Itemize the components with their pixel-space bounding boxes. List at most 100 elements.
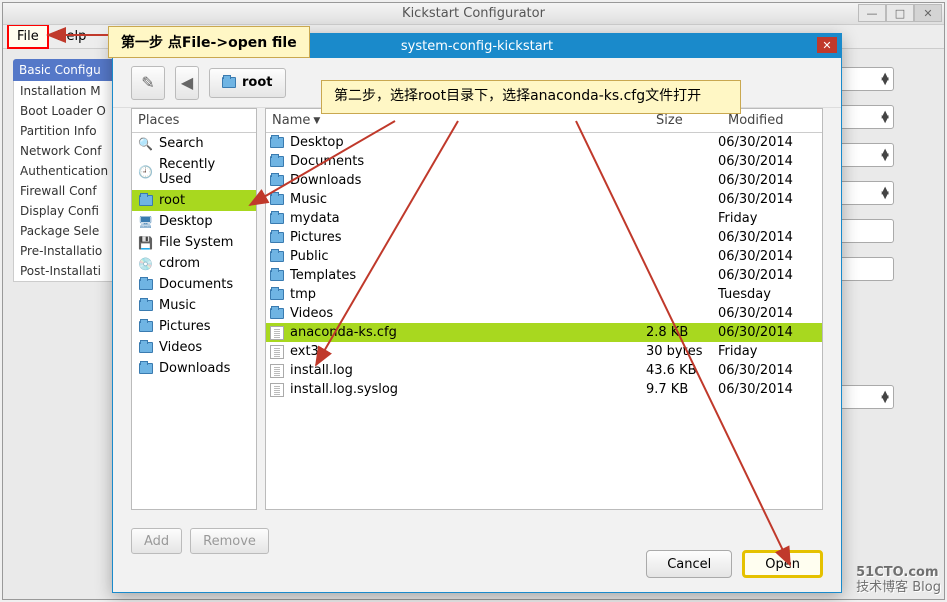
file-modified: 06/30/2014 bbox=[718, 135, 818, 150]
file-row[interactable]: Music06/30/2014 bbox=[266, 190, 822, 209]
place-item[interactable]: Videos bbox=[132, 337, 256, 358]
callout-step2: 第二步，选择root目录下，选择anaconda-ks.cfg文件打开 bbox=[321, 80, 741, 114]
file-size: 2.8 KB bbox=[646, 325, 718, 340]
close-button[interactable]: ✕ bbox=[914, 4, 942, 22]
open-button[interactable]: Open bbox=[742, 550, 823, 578]
file-icon bbox=[270, 364, 284, 378]
place-label: Documents bbox=[159, 277, 233, 292]
sidebar-item[interactable]: Authentication bbox=[13, 161, 128, 181]
file-name: mydata bbox=[290, 211, 340, 226]
folder-icon bbox=[270, 270, 284, 281]
minimize-button[interactable]: — bbox=[858, 4, 886, 22]
file-chooser: Places 🔍 Search 🕘Recently Usedroot 🖥 Desktop… bbox=[113, 108, 841, 520]
file-modified: 06/30/2014 bbox=[718, 363, 818, 378]
places-add-button[interactable]: Add bbox=[131, 528, 182, 554]
file-modified: 06/30/2014 bbox=[718, 325, 818, 340]
edit-location-button[interactable]: ✎ bbox=[131, 66, 165, 100]
place-label: cdrom bbox=[159, 256, 200, 271]
sidebar-item[interactable]: Firewall Conf bbox=[13, 181, 128, 201]
place-item[interactable]: Downloads bbox=[132, 358, 256, 379]
file-open-dialog: system-config-kickstart ✕ ✎ ◀ root Place… bbox=[112, 33, 842, 593]
file-row[interactable]: tmpTuesday bbox=[266, 285, 822, 304]
watermark: 51CTO.com技术博客 Blog bbox=[856, 557, 941, 594]
file-name: Downloads bbox=[290, 173, 361, 188]
file-row[interactable]: Pictures06/30/2014 bbox=[266, 228, 822, 247]
file-name: Desktop bbox=[290, 135, 344, 150]
dialog-close-button[interactable]: ✕ bbox=[817, 37, 837, 53]
main-sidebar: Basic Configu Installation MBoot Loader … bbox=[13, 59, 128, 409]
place-icon bbox=[138, 299, 153, 312]
place-item[interactable]: Pictures bbox=[132, 316, 256, 337]
maximize-button[interactable]: □ bbox=[886, 4, 914, 22]
file-row[interactable]: Documents06/30/2014 bbox=[266, 152, 822, 171]
places-header: Places bbox=[132, 109, 256, 133]
folder-icon bbox=[270, 194, 284, 205]
folder-icon bbox=[270, 289, 284, 300]
file-row[interactable]: Downloads 06/30/2014 bbox=[266, 171, 822, 190]
file-modified: 06/30/2014 bbox=[718, 249, 818, 264]
file-list-panel: Name ▼ Size Modified Desktop06/30/2014Do… bbox=[265, 108, 823, 510]
file-size: 9.7 KB bbox=[646, 382, 718, 397]
sidebar-item[interactable]: Partition Info bbox=[13, 121, 128, 141]
sidebar-title[interactable]: Basic Configu bbox=[13, 59, 128, 81]
menu-file[interactable]: File bbox=[7, 24, 49, 49]
file-row[interactable]: Templates06/30/2014 bbox=[266, 266, 822, 285]
folder-icon bbox=[270, 251, 284, 262]
menu-help[interactable]: Help bbox=[49, 26, 95, 47]
file-row[interactable]: install.log.syslog9.7 KB06/30/2014 bbox=[266, 380, 822, 399]
file-row[interactable]: install.log43.6 KB06/30/2014 bbox=[266, 361, 822, 380]
dialog-title: system-config-kickstart bbox=[401, 39, 553, 54]
folder-icon bbox=[222, 77, 236, 88]
file-modified: Tuesday bbox=[718, 287, 818, 302]
file-modified: 06/30/2014 bbox=[718, 154, 818, 169]
file-row[interactable]: anaconda-ks.cfg 2.8 KB06/30/2014 bbox=[266, 323, 822, 342]
place-label: Desktop bbox=[159, 214, 213, 229]
path-root-button[interactable]: root bbox=[209, 68, 286, 98]
file-row[interactable]: Videos06/30/2014 bbox=[266, 304, 822, 323]
callout-step1: 第一步 点File->open file bbox=[108, 26, 310, 58]
file-row[interactable]: ext3 30 bytesFriday bbox=[266, 342, 822, 361]
place-icon bbox=[138, 320, 153, 333]
sidebar-item[interactable]: Network Conf bbox=[13, 141, 128, 161]
place-item[interactable]: 💿 cdrom bbox=[132, 253, 256, 274]
file-row[interactable]: mydataFriday bbox=[266, 209, 822, 228]
place-icon: 💿 bbox=[138, 257, 153, 270]
file-name: Templates bbox=[290, 268, 356, 283]
place-icon: 🖥 bbox=[138, 215, 153, 228]
file-size: 30 bytes bbox=[646, 344, 718, 359]
back-button[interactable]: ◀ bbox=[175, 66, 199, 100]
place-item[interactable]: Documents bbox=[132, 274, 256, 295]
place-icon bbox=[138, 194, 153, 207]
file-name: Public bbox=[290, 249, 328, 264]
cancel-button[interactable]: Cancel bbox=[646, 550, 732, 578]
sidebar-item[interactable]: Installation M bbox=[13, 81, 128, 101]
place-item[interactable]: 🔍 Search bbox=[132, 133, 256, 154]
main-title: Kickstart Configurator bbox=[402, 6, 545, 21]
place-icon: 💾 bbox=[138, 236, 153, 249]
sidebar-item[interactable]: Display Confi bbox=[13, 201, 128, 221]
place-label: Downloads bbox=[159, 361, 230, 376]
places-remove-button[interactable]: Remove bbox=[190, 528, 269, 554]
place-item[interactable]: root bbox=[132, 190, 256, 211]
file-name: anaconda-ks.cfg bbox=[290, 325, 397, 340]
file-icon bbox=[270, 383, 284, 397]
places-panel: Places 🔍 Search 🕘Recently Usedroot 🖥 Desktop… bbox=[131, 108, 257, 510]
file-modified: 06/30/2014 bbox=[718, 230, 818, 245]
place-item[interactable]: 🖥 Desktop bbox=[132, 211, 256, 232]
file-name: ext3 bbox=[290, 344, 319, 359]
sidebar-item[interactable]: Post-Installati bbox=[13, 261, 128, 282]
file-row[interactable]: Desktop 06/30/2014 bbox=[266, 133, 822, 152]
file-modified: 06/30/2014 bbox=[718, 173, 818, 188]
folder-icon bbox=[270, 213, 284, 224]
sidebar-item[interactable]: Package Sele bbox=[13, 221, 128, 241]
place-item[interactable]: 🕘Recently Used bbox=[132, 154, 256, 190]
sidebar-item[interactable]: Boot Loader O bbox=[13, 101, 128, 121]
file-row[interactable]: Public 06/30/2014 bbox=[266, 247, 822, 266]
sidebar-item[interactable]: Pre-Installatio bbox=[13, 241, 128, 261]
place-icon: 🔍 bbox=[138, 137, 153, 150]
place-item[interactable]: 💾File System bbox=[132, 232, 256, 253]
place-label: Search bbox=[159, 136, 204, 151]
file-modified: Friday bbox=[718, 344, 818, 359]
place-item[interactable]: Music bbox=[132, 295, 256, 316]
file-modified: 06/30/2014 bbox=[718, 192, 818, 207]
